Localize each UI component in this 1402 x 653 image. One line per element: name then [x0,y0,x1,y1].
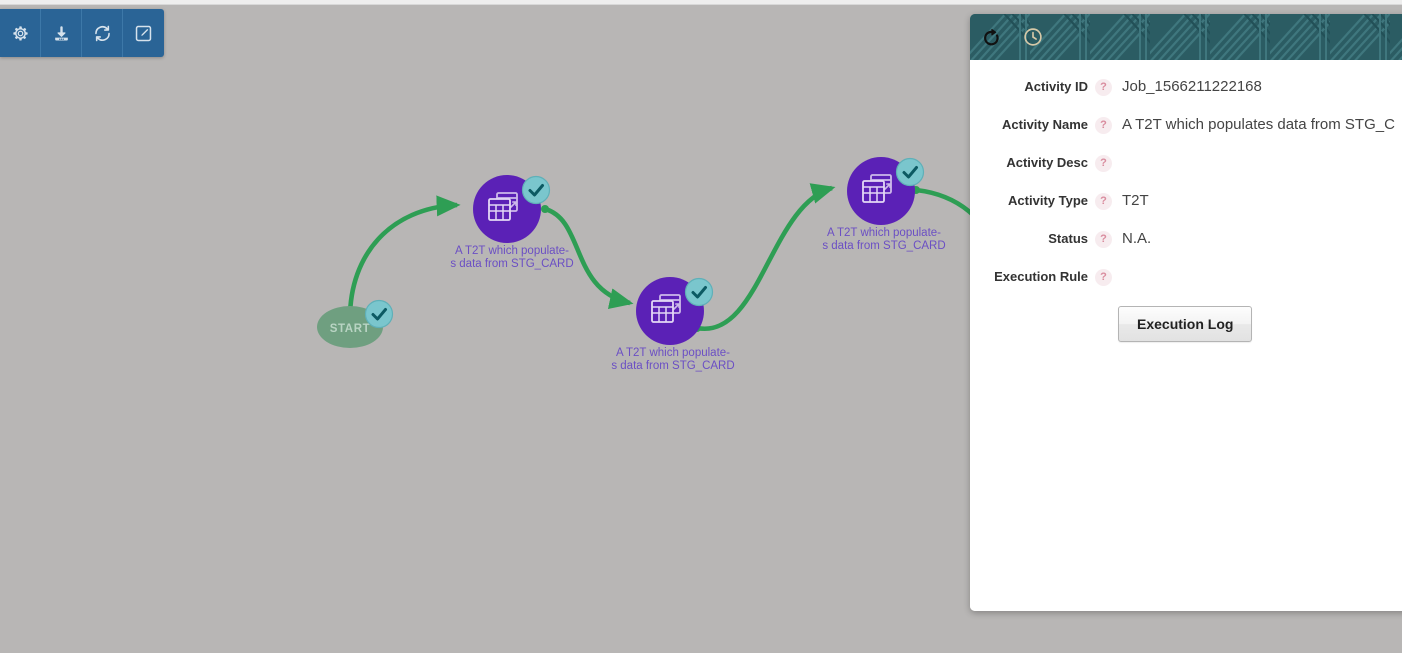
field-row-activity-name: Activity Name ? A T2T which populates da… [970,114,1402,136]
field-row-activity-id: Activity ID ? Job_1566211222168 [970,76,1402,98]
save-button[interactable] [41,9,82,57]
refresh-button[interactable] [82,9,123,57]
edit-square-icon [135,25,152,41]
field-value-activity-name: A T2T which populates data from STG_C [1122,116,1395,133]
download-icon [54,25,68,40]
panel-header [970,14,1402,60]
status-badge-complete-start [364,299,394,329]
flow-node-1-label-line1: A T2T which populate- [455,245,569,257]
field-label-activity-desc: Activity Desc [1006,155,1088,170]
field-label-status: Status [1048,231,1088,246]
refresh-icon [94,25,110,41]
schedule-button[interactable] [1012,14,1054,60]
flow-node-2-label-line1: A T2T which populate- [616,347,730,359]
help-icon-execution-rule[interactable]: ? [1095,269,1112,286]
help-icon-activity-name[interactable]: ? [1095,117,1112,134]
help-icon-activity-type[interactable]: ? [1095,193,1112,210]
field-label-execution-rule: Execution Rule [994,269,1088,284]
flow-node-3-label-line2: s data from STG_CARD [822,240,945,252]
field-row-status: Status ? N.A. [970,228,1402,250]
connector-node2-to-node3 [693,183,836,332]
field-row-activity-desc: Activity Desc ? [970,152,1402,174]
field-label-activity-type: Activity Type [1008,193,1088,208]
connector-start-to-node1 [346,195,461,322]
clock-icon [1024,28,1042,46]
edit-button[interactable] [123,9,164,57]
settings-button[interactable] [0,9,41,57]
help-icon-status[interactable]: ? [1095,231,1112,248]
field-row-execution-rule: Execution Rule ? [970,266,1402,288]
undo-button[interactable] [970,14,1012,60]
gear-icon [12,25,28,40]
field-label-activity-name: Activity Name [1002,117,1088,132]
canvas-toolbar [0,9,164,57]
help-icon-activity-desc[interactable]: ? [1095,155,1112,172]
flow-node-start[interactable]: START [317,299,394,349]
field-value-activity-id: Job_1566211222168 [1122,78,1262,95]
status-badge-complete-node2 [684,277,714,307]
help-icon-activity-id[interactable]: ? [1095,79,1112,96]
flow-node-3[interactable]: A T2T which populate- s data from STG_CA… [822,157,946,252]
field-value-activity-type: T2T [1122,192,1149,209]
field-value-status: N.A. [1122,230,1152,247]
field-row-activity-type: Activity Type ? T2T [970,190,1402,212]
status-badge-complete-node3 [895,157,925,187]
flow-node-1-label-line2: s data from STG_CARD [450,258,573,270]
execution-log-row: Execution Log [970,306,1402,342]
execution-log-button[interactable]: Execution Log [1118,306,1253,342]
field-label-activity-id: Activity ID [1024,79,1088,94]
panel-body: Activity ID ? Job_1566211222168 Activity… [970,60,1402,611]
status-badge-complete-node1 [521,175,551,205]
window-top-strip [0,0,1402,5]
start-node-label: START [330,323,370,335]
activity-properties-panel: Activity ID ? Job_1566211222168 Activity… [970,14,1402,611]
flow-node-2-label-line2: s data from STG_CARD [611,360,734,372]
undo-history-icon [984,28,999,46]
flow-node-1[interactable]: A T2T which populate- s data from STG_CA… [450,175,574,270]
flow-node-3-label-line1: A T2T which populate- [827,227,941,239]
